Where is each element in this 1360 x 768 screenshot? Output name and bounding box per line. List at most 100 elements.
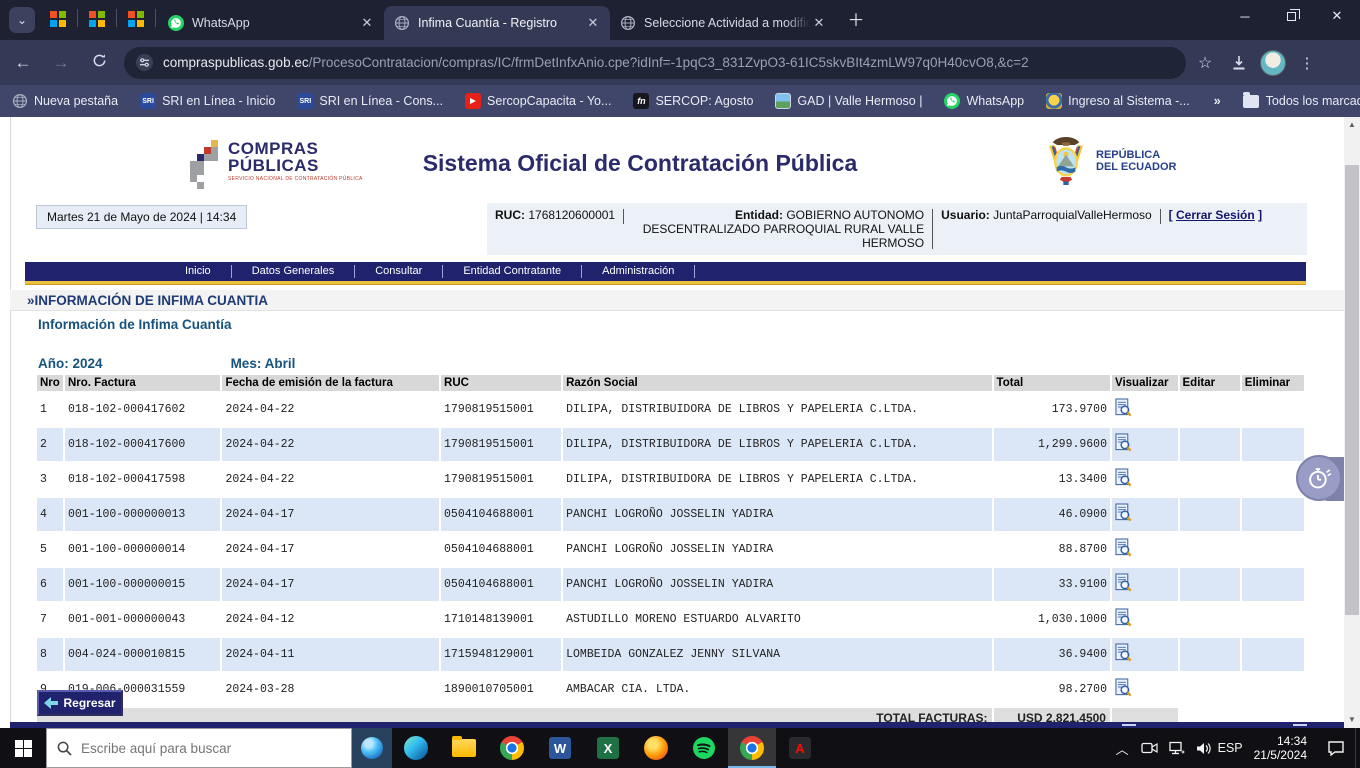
taskbar-search[interactable] [46,728,352,768]
cell-nro: 2 [37,428,63,461]
visualizar-icon[interactable] [1115,433,1132,452]
taskbar-excel[interactable]: X [584,728,632,768]
cell-nro: 7 [37,603,63,636]
usuario-value: JuntaParroquialValleHermoso [993,208,1152,222]
scrollbar-thumb[interactable] [1345,165,1359,615]
bookmark-sercopcapacita[interactable]: SercopCapacita - Yo... [465,93,611,109]
pinned-tabs [41,0,158,40]
site-info-icon[interactable] [136,54,153,71]
meet-now-button[interactable] [1136,728,1163,768]
taskbar-chrome-active[interactable] [728,728,776,768]
cell-eliminar [1242,393,1304,426]
acrobat-icon: A [789,737,811,759]
reload-button[interactable] [84,48,114,78]
tab-title: Infima Cuantía - Registro [418,16,584,30]
tab-title: WhatsApp [192,16,358,30]
address-bar[interactable]: compraspublicas.gob.ec/ProcesoContrataci… [124,47,1186,79]
visualizar-icon[interactable] [1115,608,1132,627]
menu-item-datos-generales[interactable]: Datos Generales [232,262,355,281]
bookmarks-overflow-button[interactable]: » [1214,94,1221,108]
tab-infima-cuantia[interactable]: Infima Cuantía - Registro ✕ [384,6,610,40]
taskbar-acrobat[interactable]: A [776,728,824,768]
bookmark-sercop-agosto[interactable]: fn SERCOP: Agosto [633,93,753,109]
minimize-button[interactable]: ─ [1222,0,1268,32]
microsoft-logo-icon [128,11,144,27]
downloads-button[interactable] [1224,48,1254,78]
scroll-up-arrow[interactable]: ▲ [1344,117,1360,133]
spotify-icon [692,736,716,760]
visualizar-icon[interactable] [1115,573,1132,592]
show-desktop-button[interactable] [1355,728,1360,768]
cell-razon: PANCHI LOGROÑO JOSSELIN YADIRA [563,568,991,601]
table-row: 7 001-001-000000043 2024-04-12 171014813… [37,603,1304,636]
visualizar-icon[interactable] [1115,678,1132,697]
bookmark-ingreso-sistema[interactable]: Ingreso al Sistema -... [1046,93,1190,109]
stopwatch-icon[interactable] [1296,455,1342,501]
menu-item-administracion[interactable]: Administración [582,262,694,281]
visualizar-icon[interactable] [1115,398,1132,417]
taskbar-chrome[interactable] [488,728,536,768]
tab-seleccione-actividad[interactable]: Seleccione Actividad a modifica ✕ [610,6,836,40]
file-explorer-icon [452,739,476,757]
cell-razon: PANCHI LOGROÑO JOSSELIN YADIRA [563,533,991,566]
menu-item-consultar[interactable]: Consultar [355,262,442,281]
chrome-icon [500,736,524,760]
bookmark-sri-inicio[interactable]: SRI SRI en Línea - Inicio [140,93,275,109]
bookmark-whatsapp[interactable]: WhatsApp [944,93,1024,109]
action-center-button[interactable] [1317,728,1355,768]
new-tab-button[interactable]: ＋ [842,7,870,35]
search-highlights-button[interactable] [352,728,392,768]
visualizar-icon[interactable] [1115,538,1132,557]
forward-button[interactable]: → [46,48,76,78]
back-button[interactable]: ← [8,48,38,78]
scroll-down-arrow[interactable]: ▼ [1344,712,1360,728]
pinned-tab-microsoft-3[interactable] [119,5,153,33]
visualizar-icon[interactable] [1115,643,1132,662]
taskbar-spotify[interactable] [680,728,728,768]
bookmark-star-button[interactable]: ☆ [1190,48,1220,78]
all-bookmarks-button[interactable]: Todos los marcadores [1243,94,1360,108]
bookmark-nueva-pestana[interactable]: Nueva pestaña [12,93,118,109]
tray-expand-button[interactable]: ︿ [1109,728,1136,768]
taskbar-file-explorer[interactable] [440,728,488,768]
regresar-button[interactable]: Regresar [37,690,123,716]
browser-menu-button[interactable]: ⋮ [1292,48,1322,78]
visualizar-icon[interactable] [1115,503,1132,522]
bookmark-sri-consultas[interactable]: SRI SRI en Línea - Cons... [297,93,443,109]
taskbar-edge[interactable] [392,728,440,768]
visualizar-icon[interactable] [1115,468,1132,487]
restore-button[interactable] [1268,0,1314,32]
microsoft-logo-icon [89,11,105,27]
taskbar-firefox[interactable] [632,728,680,768]
floating-timer-widget[interactable] [1296,455,1344,503]
start-button[interactable] [0,728,46,768]
pinned-tab-microsoft-2[interactable] [80,5,114,33]
tab-close-icon[interactable]: ✕ [584,14,602,32]
window-controls: ─ ✕ [1222,0,1360,32]
profile-avatar[interactable] [1258,48,1288,78]
tab-search-button[interactable]: ⌄ [9,7,35,33]
taskbar-clock[interactable]: 14:34 21/5/2024 [1244,734,1317,762]
ruc-value: 1768120600001 [528,208,615,222]
taskbar-word[interactable]: W [536,728,584,768]
volume-button[interactable] [1190,728,1217,768]
tab-whatsapp[interactable]: WhatsApp ✕ [158,6,384,40]
col-fecha: Fecha de emisión de la factura [222,375,439,391]
logout-link[interactable]: [ Cerrar Sesión ] [1169,208,1262,222]
section-subtitle: Información de Infima Cuantía [38,317,232,332]
bookmark-gad-valle-hermoso[interactable]: GAD | Valle Hermoso | [775,93,922,109]
search-input[interactable] [81,741,321,756]
language-indicator[interactable]: ESP [1217,728,1244,768]
entidad-value: GOBIERNO AUTONOMO DESCENTRALIZADO PARROQ… [643,208,924,250]
menu-item-entidad-contratante[interactable]: Entidad Contratante [443,262,581,281]
tab-close-icon[interactable]: ✕ [358,14,376,32]
pinned-tab-microsoft-1[interactable] [41,5,75,33]
page-scrollbar[interactable]: ▲ ▼ [1344,117,1360,728]
logout-label[interactable]: Cerrar Sesión [1176,208,1255,222]
menu-item-inicio[interactable]: Inicio [165,262,231,281]
close-button[interactable]: ✕ [1314,0,1360,32]
tab-close-icon[interactable]: ✕ [810,14,828,32]
cell-editar [1180,393,1240,426]
network-button[interactable] [1163,728,1190,768]
divider [932,209,933,249]
